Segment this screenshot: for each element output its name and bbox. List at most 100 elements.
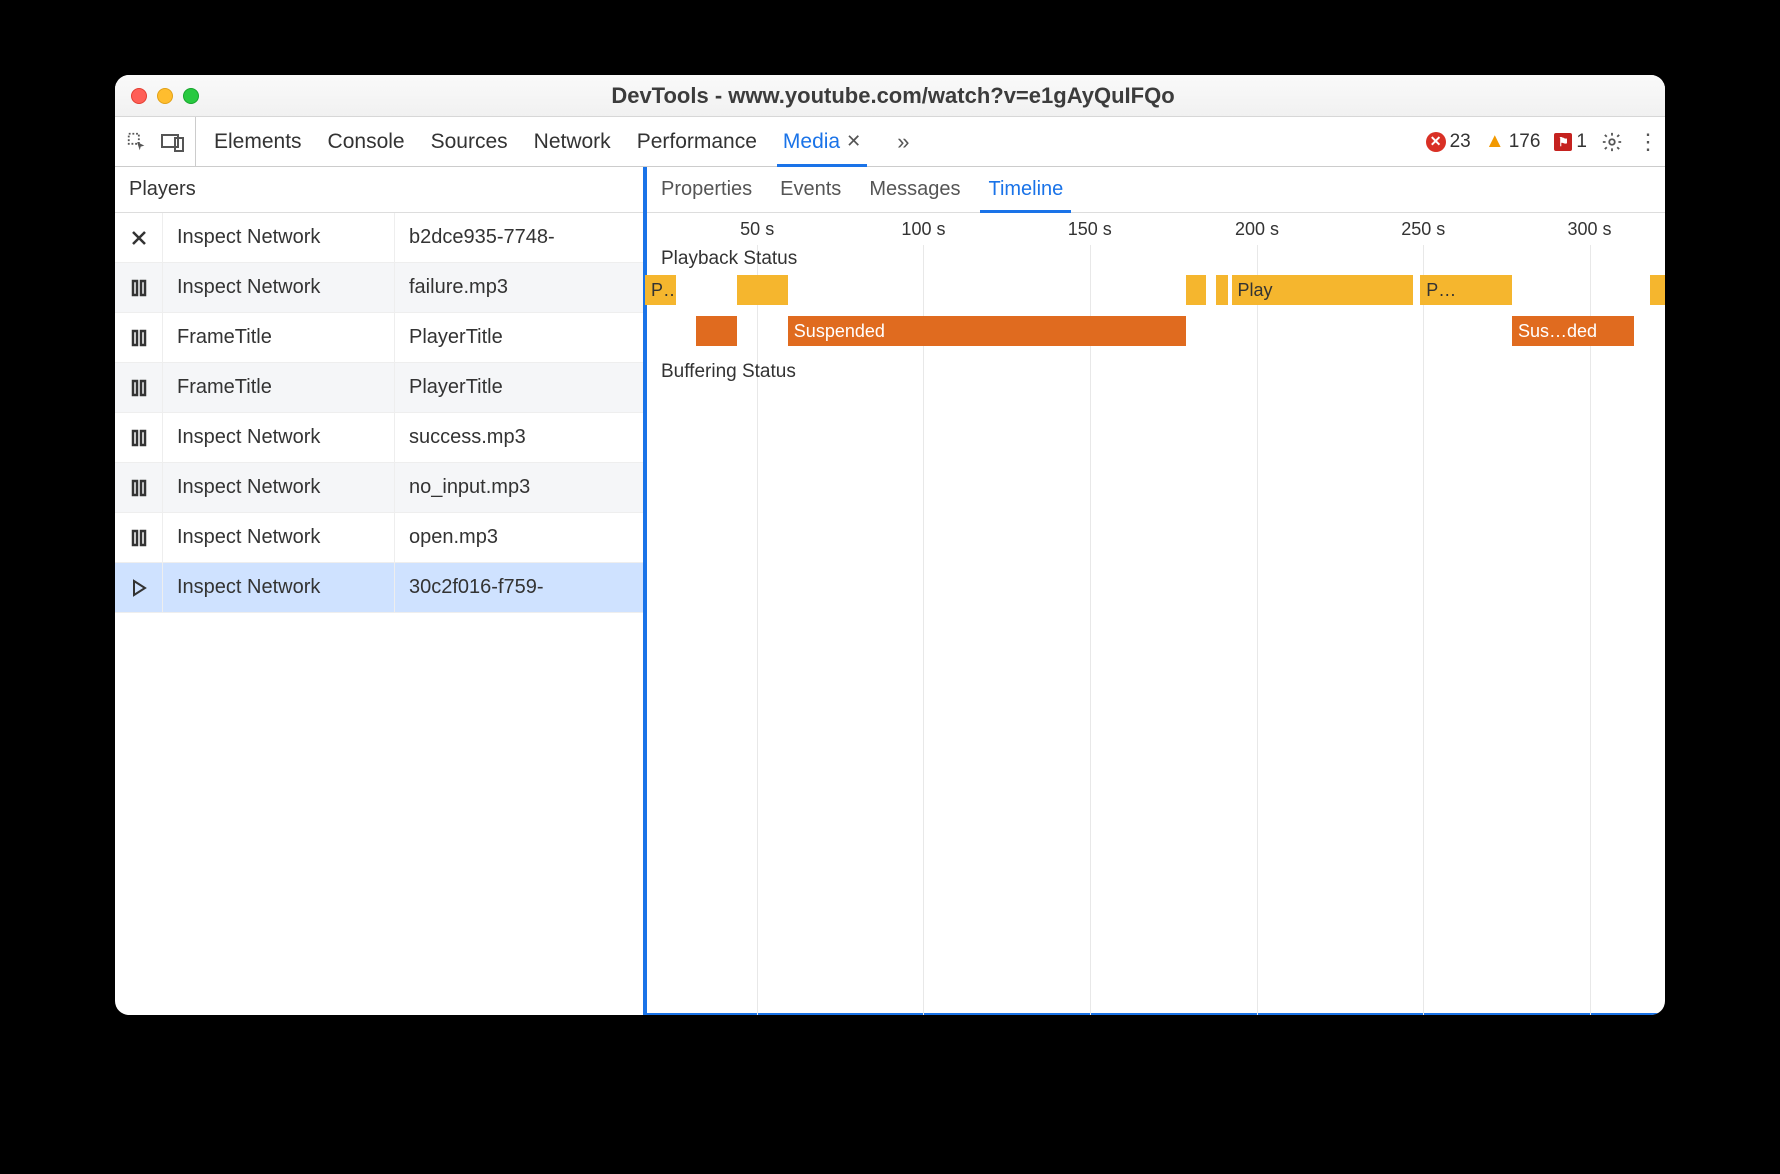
player-row[interactable]: Inspect Networksuccess.mp3 bbox=[115, 413, 643, 463]
play-segment[interactable] bbox=[1186, 275, 1206, 305]
tab-media-label: Media bbox=[783, 130, 840, 154]
tick-label: 150 s bbox=[1068, 219, 1112, 240]
player-frame-title: FrameTitle bbox=[163, 313, 395, 362]
gridline bbox=[923, 245, 924, 1015]
content-area: Players Inspect Networkb2dce935-7748-Ins… bbox=[115, 167, 1665, 1015]
tick-label: 100 s bbox=[901, 219, 945, 240]
player-status-icon bbox=[115, 263, 163, 312]
inspect-element-icon[interactable] bbox=[123, 128, 151, 156]
devtools-window: DevTools - www.youtube.com/watch?v=e1gAy… bbox=[115, 75, 1665, 1015]
more-options-icon[interactable]: ⋮ bbox=[1637, 129, 1657, 155]
player-row[interactable]: FrameTitlePlayerTitle bbox=[115, 363, 643, 413]
play-segment[interactable] bbox=[1216, 275, 1228, 305]
player-frame-title: Inspect Network bbox=[163, 463, 395, 512]
suspended-segment[interactable]: Suspended bbox=[788, 316, 1186, 346]
player-status-icon bbox=[115, 313, 163, 362]
player-row[interactable]: Inspect Network30c2f016-f759- bbox=[115, 563, 643, 613]
play-segment[interactable]: P… bbox=[1420, 275, 1512, 305]
warnings-count: 176 bbox=[1509, 131, 1541, 153]
panel-tabs: Elements Console Sources Network Perform… bbox=[214, 117, 909, 166]
toolbar-right-group: ✕ 23 ▲ 176 ⚑ 1 ⋮ bbox=[1426, 129, 1657, 155]
tab-console[interactable]: Console bbox=[328, 117, 405, 166]
playback-row: P…PlayP… bbox=[645, 275, 1665, 305]
player-frame-title: Inspect Network bbox=[163, 513, 395, 562]
subtab-events[interactable]: Events bbox=[780, 167, 841, 212]
errors-badge[interactable]: ✕ 23 bbox=[1426, 131, 1471, 153]
play-segment[interactable]: P… bbox=[645, 275, 676, 305]
subtab-properties[interactable]: Properties bbox=[661, 167, 752, 212]
player-frame-title: Inspect Network bbox=[163, 413, 395, 462]
gridlines bbox=[645, 245, 1665, 1015]
tick-label: 200 s bbox=[1235, 219, 1279, 240]
devtools-toolbar: Elements Console Sources Network Perform… bbox=[115, 117, 1665, 167]
play-segment[interactable]: Play bbox=[1232, 275, 1414, 305]
close-window-button[interactable] bbox=[131, 88, 147, 104]
minimize-window-button[interactable] bbox=[157, 88, 173, 104]
traffic-lights bbox=[131, 88, 199, 104]
gridline bbox=[1090, 245, 1091, 1015]
player-title: b2dce935-7748- bbox=[395, 213, 643, 262]
player-title: 30c2f016-f759- bbox=[395, 563, 643, 612]
player-row[interactable]: Inspect Networkopen.mp3 bbox=[115, 513, 643, 563]
tab-sources[interactable]: Sources bbox=[431, 117, 508, 166]
player-status-icon bbox=[115, 563, 163, 612]
player-title: success.mp3 bbox=[395, 413, 643, 462]
buffering-status-label: Buffering Status bbox=[661, 361, 796, 383]
warning-icon: ▲ bbox=[1485, 132, 1505, 152]
more-tabs-icon[interactable]: » bbox=[897, 129, 909, 155]
player-status-icon bbox=[115, 363, 163, 412]
subtab-messages[interactable]: Messages bbox=[869, 167, 960, 212]
suspended-row: Suspended Sus…ded bbox=[645, 316, 1665, 346]
titlebar: DevTools - www.youtube.com/watch?v=e1gAy… bbox=[115, 75, 1665, 117]
settings-icon[interactable] bbox=[1601, 131, 1623, 153]
window-title: DevTools - www.youtube.com/watch?v=e1gAy… bbox=[199, 83, 1587, 109]
player-row[interactable]: Inspect Networkno_input.mp3 bbox=[115, 463, 643, 513]
player-frame-title: Inspect Network bbox=[163, 263, 395, 312]
player-row[interactable]: FrameTitlePlayerTitle bbox=[115, 313, 643, 363]
issues-badge[interactable]: ⚑ 1 bbox=[1554, 131, 1587, 153]
player-status-icon bbox=[115, 413, 163, 462]
players-list: Inspect Networkb2dce935-7748-Inspect Net… bbox=[115, 213, 643, 613]
suspended-segment[interactable] bbox=[696, 316, 737, 346]
tick-label: 300 s bbox=[1567, 219, 1611, 240]
tab-network[interactable]: Network bbox=[534, 117, 611, 166]
player-frame-title: Inspect Network bbox=[163, 563, 395, 612]
suspended-segment[interactable]: Sus…ded bbox=[1512, 316, 1634, 346]
tab-media[interactable]: Media ✕ bbox=[783, 117, 861, 166]
tab-elements[interactable]: Elements bbox=[214, 117, 302, 166]
error-icon: ✕ bbox=[1426, 132, 1446, 152]
sidebar-header: Players bbox=[115, 167, 643, 213]
player-title: no_input.mp3 bbox=[395, 463, 643, 512]
player-status-icon bbox=[115, 213, 163, 262]
player-frame-title: Inspect Network bbox=[163, 213, 395, 262]
main-panel: Properties Events Messages Timeline 50 s… bbox=[645, 167, 1665, 1015]
issues-count: 1 bbox=[1576, 131, 1587, 153]
player-status-icon bbox=[115, 513, 163, 562]
gridline bbox=[1423, 245, 1424, 1015]
player-row[interactable]: Inspect Networkb2dce935-7748- bbox=[115, 213, 643, 263]
player-row[interactable]: Inspect Networkfailure.mp3 bbox=[115, 263, 643, 313]
warnings-badge[interactable]: ▲ 176 bbox=[1485, 131, 1541, 153]
subtab-timeline[interactable]: Timeline bbox=[988, 167, 1063, 212]
player-frame-title: FrameTitle bbox=[163, 363, 395, 412]
playback-status-label: Playback Status bbox=[661, 248, 797, 270]
player-title: open.mp3 bbox=[395, 513, 643, 562]
play-segment[interactable] bbox=[1650, 275, 1665, 305]
player-status-icon bbox=[115, 463, 163, 512]
timeline-area[interactable]: 50 s 100 s 150 s 200 s 250 s 300 s Playback S… bbox=[645, 213, 1665, 1015]
zoom-window-button[interactable] bbox=[183, 88, 199, 104]
flag-icon: ⚑ bbox=[1554, 133, 1572, 151]
device-toolbar-icon[interactable] bbox=[159, 128, 187, 156]
toolbar-left-group bbox=[123, 117, 196, 166]
time-ruler: 50 s 100 s 150 s 200 s 250 s 300 s bbox=[645, 213, 1665, 245]
tick-label: 250 s bbox=[1401, 219, 1445, 240]
player-title: PlayerTitle bbox=[395, 313, 643, 362]
player-title: PlayerTitle bbox=[395, 363, 643, 412]
tab-close-icon[interactable]: ✕ bbox=[846, 131, 861, 152]
play-segment[interactable] bbox=[737, 275, 788, 305]
tick-label: 50 s bbox=[740, 219, 774, 240]
player-title: failure.mp3 bbox=[395, 263, 643, 312]
tab-performance[interactable]: Performance bbox=[637, 117, 757, 166]
gridline bbox=[1257, 245, 1258, 1015]
media-subtabs: Properties Events Messages Timeline bbox=[645, 167, 1665, 213]
